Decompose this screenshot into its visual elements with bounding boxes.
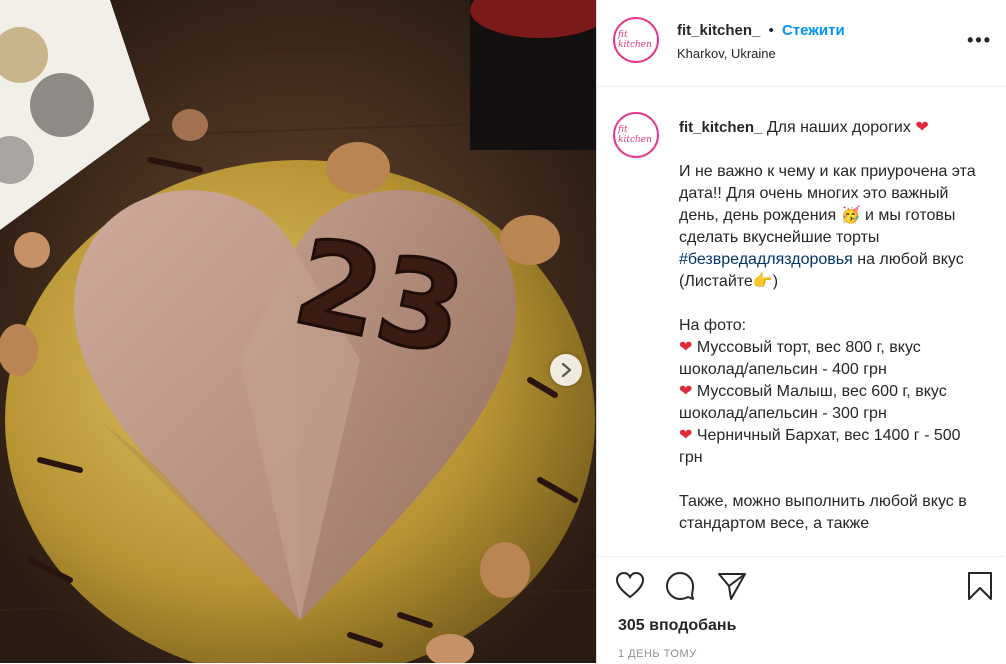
actions-bar: 305 вподобань 1 ДЕНЬ ТОМУ — [597, 556, 1005, 664]
post-photo[interactable]: 23 — [0, 0, 596, 663]
post-header: fit kitchen fit_kitchen_ • Стежити Khark… — [597, 0, 1006, 87]
save-button[interactable] — [967, 571, 993, 606]
comment-button[interactable] — [665, 571, 695, 606]
share-button[interactable] — [717, 571, 747, 606]
heart-emoji: ❤ — [679, 383, 693, 400]
caption-avatar-logo: fit kitchen — [618, 117, 654, 153]
caption-p1: И не важно к чему и как приурочена эта д… — [679, 163, 976, 246]
caption-photo-list: На фото: ❤ Муссовый торт, вес 800 г, вку… — [679, 315, 979, 469]
comment-icon — [666, 572, 694, 600]
caption-intro-line: fit_kitchen_ Для наших дорогих ❤ — [679, 117, 979, 139]
header-user-line: fit_kitchen_ • Стежити — [677, 22, 845, 39]
next-photo-button[interactable] — [550, 354, 582, 386]
caption-text: fit_kitchen_ Для наших дорогих ❤ И не ва… — [679, 117, 979, 556]
location-link[interactable]: Kharkov, Ukraine — [677, 46, 776, 61]
like-button[interactable] — [615, 571, 645, 604]
heart-emoji: ❤ — [679, 427, 693, 444]
post-side-panel: fit kitchen fit_kitchen_ • Стежити Khark… — [596, 0, 1006, 663]
chevron-right-icon — [561, 363, 572, 377]
separator-dot: • — [768, 22, 774, 39]
header-username[interactable]: fit_kitchen_ — [677, 22, 760, 39]
share-icon — [718, 573, 746, 600]
caption-paragraph-last: Также, можно выполнить любой вкус в стан… — [679, 493, 967, 532]
heart-emoji: ❤ — [915, 119, 929, 136]
hashtag-link[interactable]: #безвредадляздоровья — [679, 251, 853, 268]
avatar-logo: fit kitchen — [618, 22, 654, 58]
caption-paragraph-1: И не важно к чему и как приурочена эта д… — [679, 161, 979, 293]
bookmark-icon — [968, 572, 992, 600]
heart-emoji: ❤ — [679, 339, 693, 356]
photo-list-label: На фото: — [679, 317, 747, 334]
comments-area[interactable]: fit kitchen fit_kitchen_ Для наших дорог… — [597, 86, 1005, 556]
post-timestamp[interactable]: 1 ДЕНЬ ТОМУ — [618, 648, 697, 660]
cake-photo-illustration: 23 — [0, 0, 596, 663]
caption-username[interactable]: fit_kitchen_ — [679, 119, 762, 136]
caption-intro: Для наших дорогих — [766, 119, 911, 136]
follow-button[interactable]: Стежити — [782, 22, 845, 39]
avatar[interactable]: fit kitchen — [613, 17, 659, 63]
list-item-2: Муссовый Малыш, вес 600 г, вкус шоколад/… — [679, 383, 947, 422]
likes-count[interactable]: 305 вподобань — [618, 617, 736, 635]
heart-icon — [615, 571, 645, 599]
caption-avatar[interactable]: fit kitchen — [613, 112, 659, 158]
more-options-icon[interactable]: ••• — [967, 30, 992, 51]
list-item-3: Черничный Бархат, вес 1400 г - 500 грн — [679, 427, 961, 466]
list-item-1: Муссовый торт, вес 800 г, вкус шоколад/а… — [679, 339, 921, 378]
